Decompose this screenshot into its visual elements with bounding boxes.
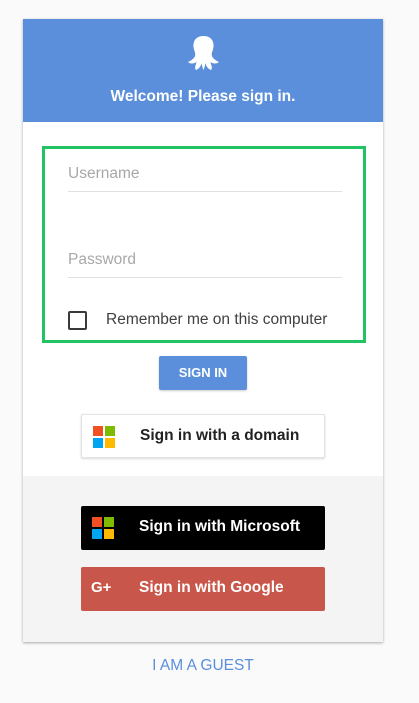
microsoft-logo-icon (92, 517, 114, 539)
google-plus-icon: G+ (91, 579, 112, 596)
username-field-container (68, 161, 342, 192)
social-sign-in-section (23, 476, 383, 642)
sign-in-button[interactable]: SIGN IN (159, 356, 247, 390)
google-sign-in-button[interactable]: G+ Sign in with Google (81, 567, 325, 611)
microsoft-sign-in-button[interactable]: Sign in with Microsoft (81, 506, 325, 550)
remember-label: Remember me on this computer (106, 311, 328, 328)
remember-me[interactable]: Remember me on this computer (68, 310, 327, 330)
username-input[interactable] (68, 165, 342, 183)
google-button-label: Sign in with Google (139, 579, 284, 596)
password-input[interactable] (68, 251, 342, 269)
windows-logo-icon (93, 426, 115, 448)
domain-button-label: Sign in with a domain (140, 427, 300, 444)
guest-link[interactable]: I AM A GUEST (0, 657, 406, 675)
remember-checkbox[interactable] (68, 310, 87, 330)
microsoft-button-label: Sign in with Microsoft (139, 518, 301, 535)
login-card: Welcome! Please sign in. Remember me on … (23, 19, 383, 642)
octopus-icon (188, 36, 219, 70)
domain-sign-in-button[interactable]: Sign in with a domain (81, 414, 325, 458)
login-header: Welcome! Please sign in. (23, 19, 383, 122)
credentials-form: Remember me on this computer (42, 146, 366, 343)
password-field-container (68, 247, 342, 278)
page-title: Welcome! Please sign in. (110, 88, 296, 105)
